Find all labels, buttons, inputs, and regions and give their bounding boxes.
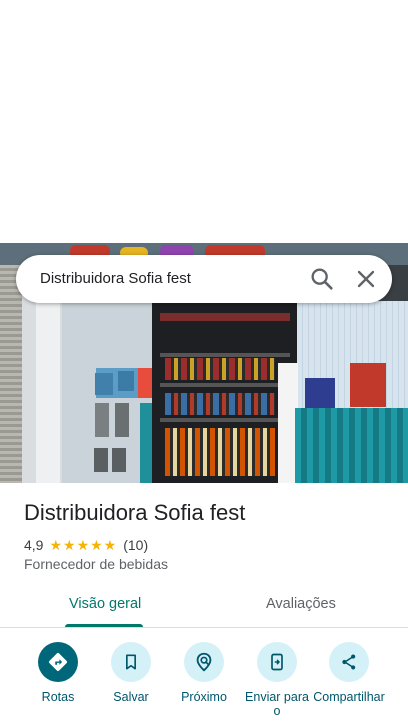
action-bar: Rotas Salvar Próximo Enviar para o Compa… [0,640,408,726]
tab-overview[interactable]: Visão geral [69,596,141,612]
search-icon[interactable] [308,265,336,293]
send-to-phone-button[interactable]: Enviar para o [237,642,317,718]
star-rating: ★★★★★ [49,536,118,553]
save-button[interactable]: Salvar [91,642,171,704]
nearby-button[interactable]: Próximo [164,642,244,704]
share-icon [329,642,369,682]
directions-button[interactable]: Rotas [18,642,98,704]
map-area [0,0,408,243]
place-title: Distribuidora Sofia fest [24,500,246,525]
place-category[interactable]: Fornecedor de bebidas [24,556,168,572]
search-bar[interactable]: Distribuidora Sofia fest [16,255,392,303]
save-label: Salvar [113,690,149,704]
send-to-phone-icon [257,642,297,682]
send-to-phone-label: Enviar para o [245,690,309,718]
place-tabs: Visão geral Avaliações [0,586,408,628]
rating-value: 4,9 [24,537,44,553]
review-count[interactable]: (10) [123,537,148,553]
share-button[interactable]: Compartilhar [309,642,389,704]
bookmark-icon [111,642,151,682]
directions-icon [38,642,78,682]
close-icon[interactable] [352,265,380,293]
tab-selected-indicator [65,624,143,627]
tab-reviews[interactable]: Avaliações [266,596,336,612]
share-label: Compartilhar [313,690,385,704]
search-query-text[interactable]: Distribuidora Sofia fest [40,270,191,287]
directions-label: Rotas [41,690,75,704]
nearby-label: Próximo [181,690,227,704]
nearby-icon [184,642,224,682]
rating-row[interactable]: 4,9 ★★★★★ (10) [24,536,148,554]
